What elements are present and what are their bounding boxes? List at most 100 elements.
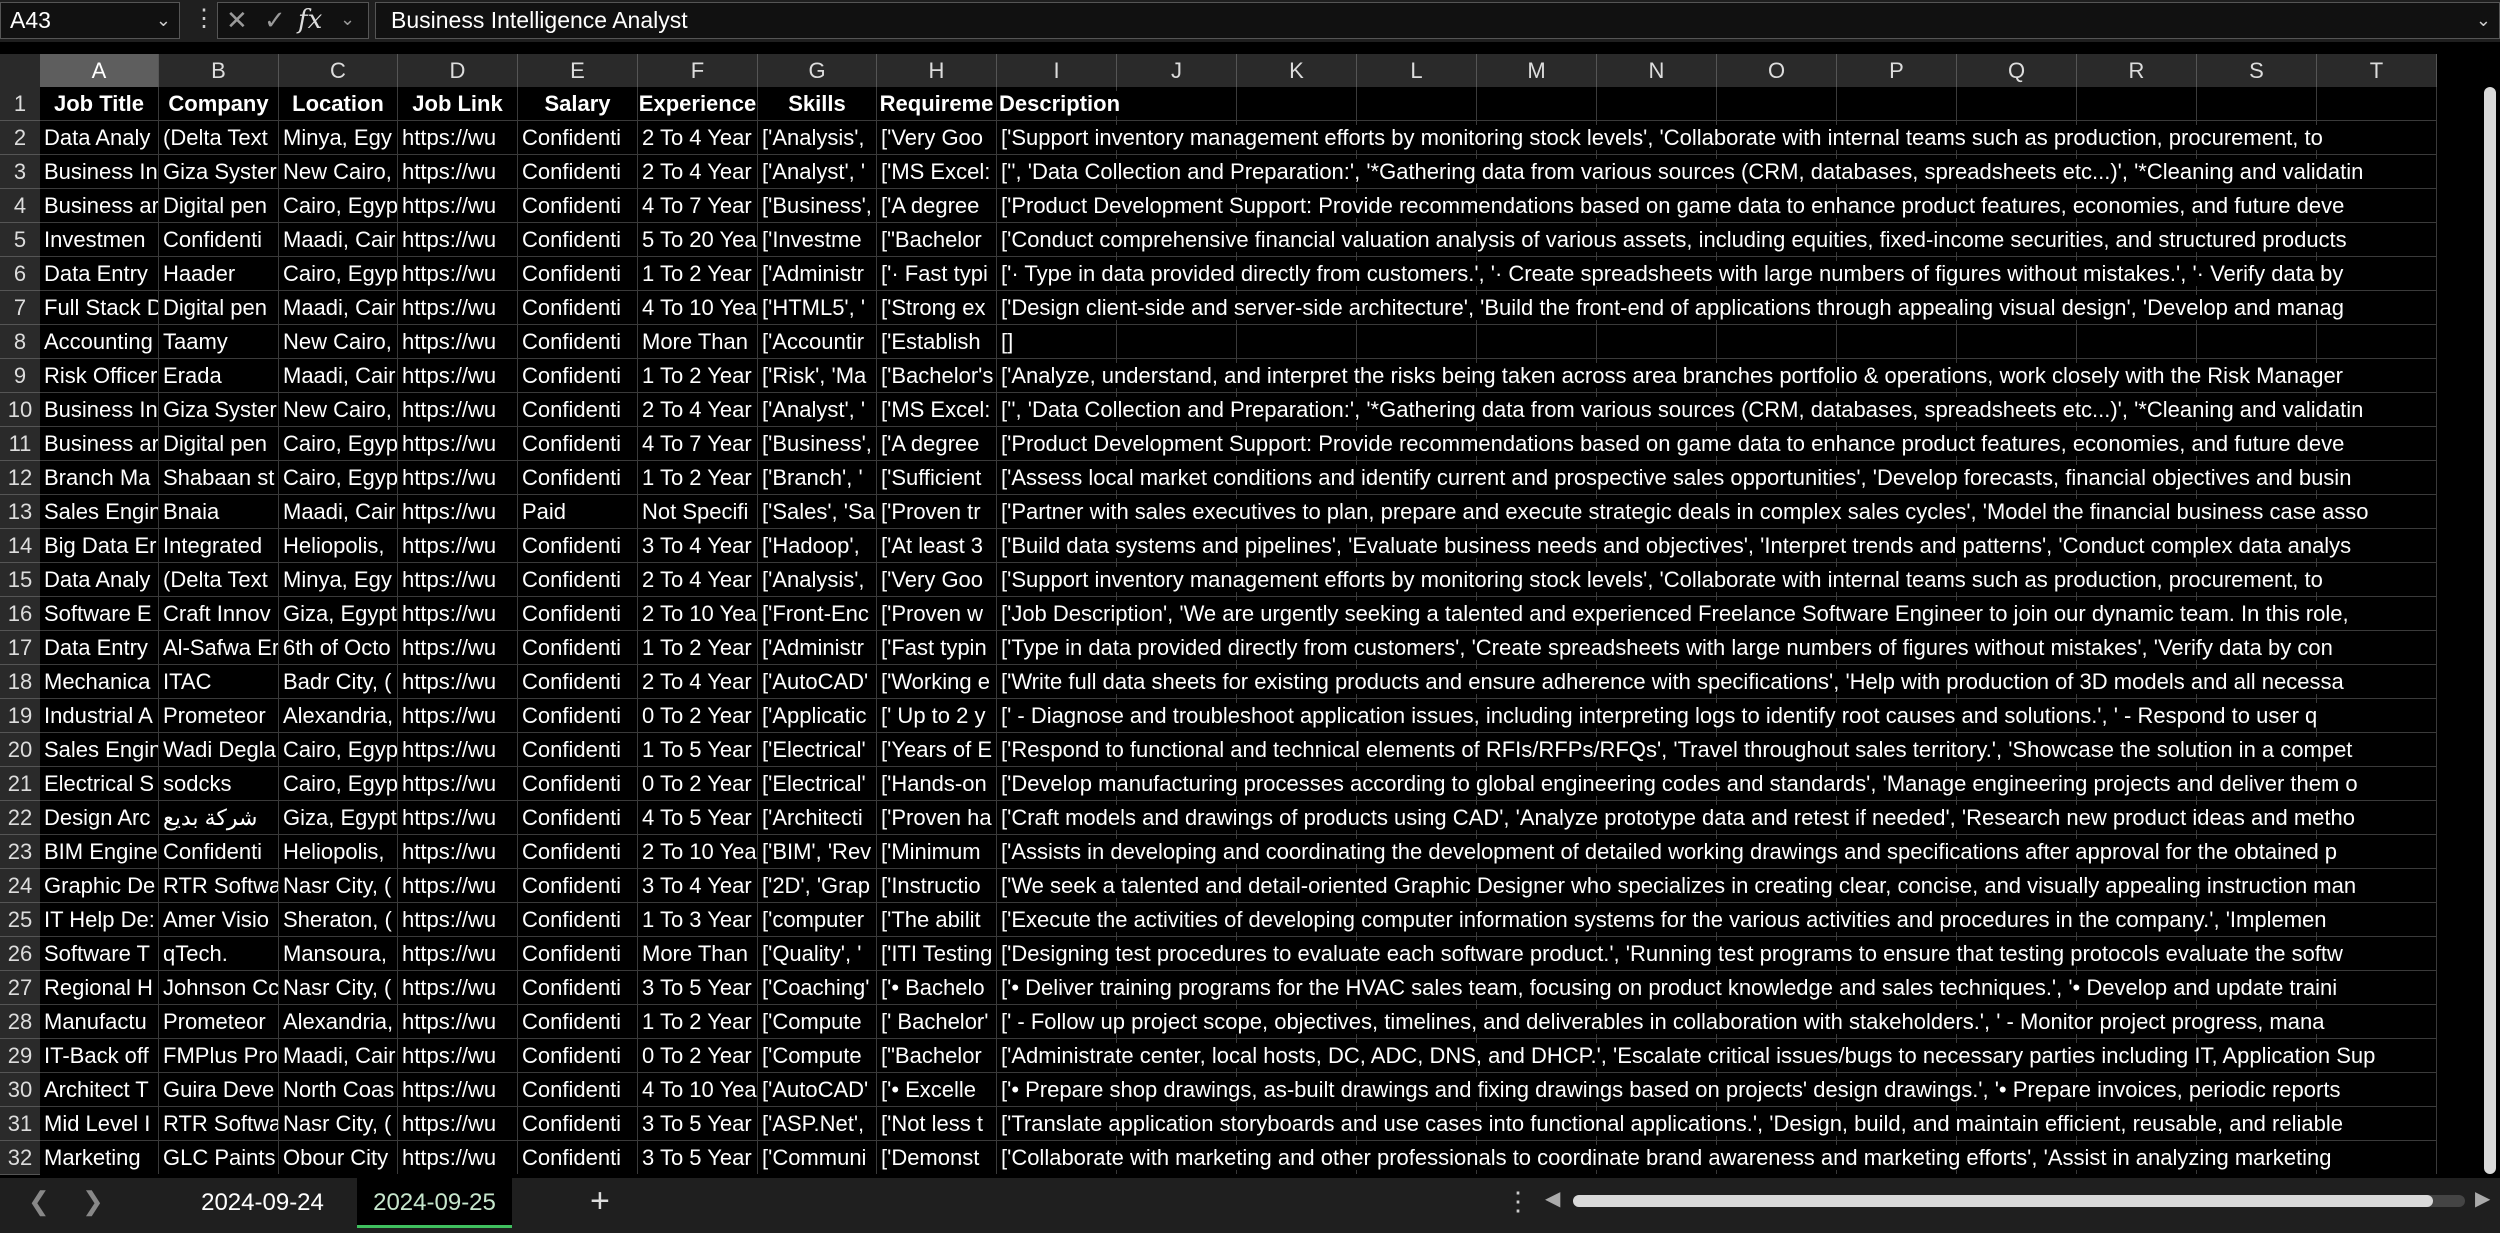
cell[interactable]: 4 To 7 Year: [638, 427, 758, 461]
cell[interactable]: Confidenti: [518, 733, 638, 767]
column-header-t[interactable]: T: [2317, 54, 2437, 87]
cell[interactable]: Alexandria,: [279, 1005, 398, 1039]
cell[interactable]: Description: [997, 87, 1121, 121]
cell[interactable]: ['• Bachelo: [877, 971, 997, 1005]
cell[interactable]: Data Entry: [40, 257, 159, 291]
cell[interactable]: ['Proven tr: [877, 495, 997, 529]
cell[interactable]: More Than: [638, 937, 758, 971]
row-header-25[interactable]: 25: [0, 903, 40, 937]
cell[interactable]: Confidenti: [518, 937, 638, 971]
cell[interactable]: Maadi, Cair: [279, 291, 398, 325]
cell[interactable]: https://wu: [398, 801, 518, 835]
sheet-tab-2024-09-24[interactable]: 2024-09-24: [180, 1178, 345, 1228]
cell[interactable]: GLC Paints: [159, 1141, 279, 1174]
cell[interactable]: https://wu: [398, 903, 518, 937]
cell[interactable]: ['We seek a talented and detail-oriented…: [997, 869, 2357, 903]
cell[interactable]: (Delta Text: [159, 563, 279, 597]
cell[interactable]: 4 To 5 Year: [638, 801, 758, 835]
cell[interactable]: Company: [159, 87, 279, 121]
cell[interactable]: Not Specifi: [638, 495, 758, 529]
cell[interactable]: Cairo, Egyp: [279, 257, 398, 291]
cell[interactable]: Confidenti: [518, 325, 638, 359]
cell[interactable]: https://wu: [398, 733, 518, 767]
cell[interactable]: ['Fast typin: [877, 631, 997, 665]
cell[interactable]: ['Demonst: [877, 1141, 997, 1174]
cell[interactable]: North Coas: [279, 1073, 398, 1107]
cell[interactable]: 1 To 2 Year: [638, 359, 758, 393]
cell[interactable]: ['Execute the activities of developing c…: [997, 903, 2327, 937]
cell[interactable]: ['Build data systems and pipelines', 'Ev…: [997, 529, 2352, 563]
row-header-31[interactable]: 31: [0, 1107, 40, 1141]
cell[interactable]: [1717, 87, 1837, 121]
cell[interactable]: Obour City: [279, 1141, 398, 1174]
cell[interactable]: Business In: [40, 393, 159, 427]
cell[interactable]: Maadi, Cair: [279, 495, 398, 529]
cell[interactable]: Requireme: [877, 87, 997, 121]
cell[interactable]: Confidenti: [159, 223, 279, 257]
more-vertical-icon[interactable]: ⋮: [1505, 1186, 1531, 1217]
close-icon[interactable]: ✕: [226, 5, 248, 36]
cell[interactable]: Data Analy: [40, 563, 159, 597]
cell[interactable]: [1357, 87, 1477, 121]
cell[interactable]: Digital pen: [159, 427, 279, 461]
cell[interactable]: ['Administr: [758, 631, 877, 665]
cell[interactable]: https://wu: [398, 495, 518, 529]
cell[interactable]: Confidenti: [518, 835, 638, 869]
cell[interactable]: [' - Follow up project scope, objectives…: [997, 1005, 2325, 1039]
cell[interactable]: ['Designing test procedures to evaluate …: [997, 937, 2343, 971]
cell[interactable]: ['Risk', 'Ma: [758, 359, 877, 393]
vertical-scroll-thumb[interactable]: [2484, 87, 2496, 1174]
cell[interactable]: ['Administr: [758, 257, 877, 291]
cell[interactable]: [' Up to 2 y: [877, 699, 997, 733]
cell[interactable]: ['Accountir: [758, 325, 877, 359]
cell[interactable]: ['· Fast typi: [877, 257, 997, 291]
cell[interactable]: ['Analyst', ': [758, 155, 877, 189]
cell[interactable]: https://wu: [398, 1107, 518, 1141]
cell[interactable]: [2317, 121, 2437, 155]
cell[interactable]: [2077, 325, 2197, 359]
cell[interactable]: ['ASP.Net',: [758, 1107, 877, 1141]
cell[interactable]: ['BIM', 'Rev: [758, 835, 877, 869]
cell[interactable]: ['Working e: [877, 665, 997, 699]
cell[interactable]: [1837, 87, 1957, 121]
cell[interactable]: Maadi, Cair: [279, 223, 398, 257]
cell[interactable]: ['Quality', ': [758, 937, 877, 971]
cell[interactable]: 2 To 4 Year: [638, 155, 758, 189]
cell[interactable]: ['computer: [758, 903, 877, 937]
cell[interactable]: [1237, 87, 1357, 121]
cell[interactable]: Job Link: [398, 87, 518, 121]
cell[interactable]: qTech.: [159, 937, 279, 971]
cell[interactable]: https://wu: [398, 257, 518, 291]
cell[interactable]: ['Branch', ': [758, 461, 877, 495]
cell[interactable]: https://wu: [398, 121, 518, 155]
cell[interactable]: [' Bachelor': [877, 1005, 997, 1039]
cell[interactable]: Salary: [518, 87, 638, 121]
cell[interactable]: Nasr City, (: [279, 971, 398, 1005]
cell[interactable]: [' - Diagnose and troubleshoot applicati…: [997, 699, 2318, 733]
row-header-32[interactable]: 32: [0, 1141, 40, 1175]
cell[interactable]: RTR Softwa: [159, 1107, 279, 1141]
cell[interactable]: ['· Type in data provided directly from …: [997, 257, 2344, 291]
cell[interactable]: ['Job Description', 'We are urgently see…: [997, 597, 2349, 631]
cell[interactable]: IT Help De:: [40, 903, 159, 937]
column-header-p[interactable]: P: [1837, 54, 1957, 87]
chevron-down-icon[interactable]: ⌄: [156, 3, 171, 38]
cell[interactable]: 3 To 4 Year: [638, 869, 758, 903]
cell[interactable]: 0 To 2 Year: [638, 699, 758, 733]
name-box[interactable]: A43 ⌄: [0, 2, 180, 39]
cell[interactable]: ['Hadoop',: [758, 529, 877, 563]
cell[interactable]: Cairo, Egyp: [279, 427, 398, 461]
cell[interactable]: Digital pen: [159, 291, 279, 325]
cell[interactable]: [1957, 325, 2077, 359]
cell[interactable]: Prometeor: [159, 699, 279, 733]
cell[interactable]: ['Minimum: [877, 835, 997, 869]
cell[interactable]: Confidenti: [518, 1073, 638, 1107]
cell[interactable]: https://wu: [398, 1073, 518, 1107]
cell[interactable]: 2 To 4 Year: [638, 563, 758, 597]
row-header-19[interactable]: 19: [0, 699, 40, 733]
cell[interactable]: Manufactu: [40, 1005, 159, 1039]
cell[interactable]: [2317, 563, 2437, 597]
cell[interactable]: Confidenti: [518, 189, 638, 223]
cell[interactable]: More Than: [638, 325, 758, 359]
cell[interactable]: New Cairo,: [279, 325, 398, 359]
